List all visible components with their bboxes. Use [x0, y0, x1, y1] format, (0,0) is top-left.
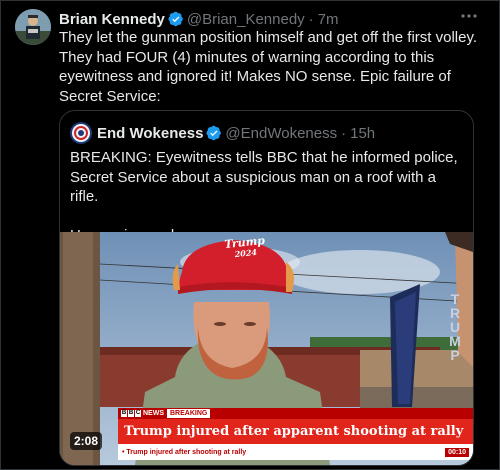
- quoted-tweet[interactable]: End Wokeness @EndWokeness · 15h BREAKING…: [59, 110, 474, 466]
- breaking-label: BREAKING: [167, 409, 211, 418]
- video-player[interactable]: Trump 2024 T R U M P B B C NEWS BREAKING…: [60, 232, 473, 465]
- author-name[interactable]: Brian Kennedy: [59, 11, 165, 28]
- tweet-timestamp[interactable]: 7m: [318, 11, 339, 28]
- bbc-news-bar: B B C NEWS BREAKING: [118, 408, 473, 419]
- quoted-avatar-image: [70, 122, 92, 144]
- author-avatar[interactable]: [15, 9, 51, 45]
- ticker-text: • Trump injured after shooting at rally: [122, 448, 247, 456]
- verified-badge-icon: [168, 11, 183, 27]
- bbc-news-label: NEWS: [143, 410, 164, 417]
- news-headline: Trump injured after apparent shooting at…: [118, 419, 473, 444]
- author-handle[interactable]: @Brian_Kennedy: [187, 11, 305, 28]
- quoted-tweet-header: End Wokeness @EndWokeness · 15h: [97, 123, 375, 143]
- quoted-author-name[interactable]: End Wokeness: [97, 125, 203, 142]
- cap-text: Trump 2024: [223, 233, 266, 260]
- author-avatar-image: [15, 9, 51, 45]
- quoted-verified-badge-icon: [206, 125, 222, 141]
- header-separator: ·: [308, 10, 314, 28]
- quoted-tweet-body-text: BREAKING: Eyewitness tells BBC that he i…: [70, 149, 458, 244]
- tweet-header: Brian Kennedy @Brian_Kennedy · 7m: [59, 9, 339, 29]
- quoted-author-handle[interactable]: @EndWokeness: [225, 125, 337, 142]
- quoted-tweet-timestamp[interactable]: 15h: [350, 125, 375, 142]
- tweet-card[interactable]: Brian Kennedy @Brian_Kennedy · 7m They l…: [0, 0, 500, 470]
- news-ticker: • Trump injured after shooting at rally …: [118, 444, 473, 460]
- bbc-lower-third: B B C NEWS BREAKING Trump injured after …: [118, 408, 473, 460]
- video-duration-badge: 2:08: [70, 432, 103, 450]
- bbc-logo: B B C: [121, 410, 141, 417]
- tweet-body-text: They let the gunman position himself and…: [59, 29, 478, 105]
- campaign-sign-text: T R U M P: [449, 291, 461, 363]
- ticker-time: 00:10: [445, 447, 469, 457]
- quoted-header-separator: ·: [341, 124, 347, 142]
- more-options-icon[interactable]: [459, 7, 479, 27]
- quoted-author-avatar[interactable]: [70, 122, 92, 144]
